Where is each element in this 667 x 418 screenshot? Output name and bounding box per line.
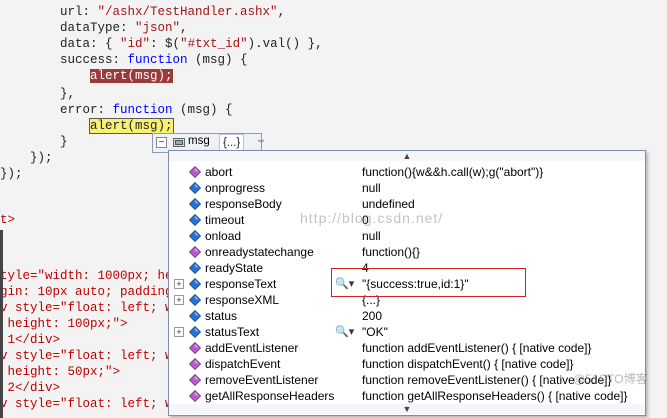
watermark: http://blog.csdn.net/ bbox=[300, 210, 444, 226]
code-line: t> bbox=[0, 213, 16, 227]
member-name: onload bbox=[205, 229, 242, 243]
method-icon bbox=[189, 342, 201, 354]
code-line: v style="float: left; wi bbox=[0, 301, 181, 315]
pin-icon[interactable]: ⇔ bbox=[256, 135, 266, 146]
property-icon bbox=[189, 214, 201, 226]
method-icon bbox=[189, 246, 201, 258]
member-name: removeEventListener bbox=[205, 373, 319, 387]
datatip-row-getallresponseheaders[interactable]: getAllResponseHeaders function getAllResp… bbox=[169, 388, 645, 404]
member-name: addEventListener bbox=[205, 341, 299, 355]
datatip-row-onreadystatechange[interactable]: onreadystatechange function(){} bbox=[169, 244, 645, 260]
member-name: timeout bbox=[205, 213, 245, 227]
datatip-row-onprogress[interactable]: onprogress null bbox=[169, 180, 645, 196]
member-name: abort bbox=[205, 165, 233, 179]
member-value[interactable]: function getAllResponseHeaders() { [nati… bbox=[362, 388, 628, 404]
code-line: } bbox=[0, 135, 68, 149]
expand-toggle[interactable]: + bbox=[174, 279, 184, 289]
member-name: getAllResponseHeaders bbox=[205, 389, 335, 403]
member-name: dispatchEvent bbox=[205, 357, 281, 371]
scroll-up-icon[interactable]: ▲ bbox=[169, 151, 645, 161]
property-icon bbox=[189, 182, 201, 194]
member-name: onreadystatechange bbox=[205, 245, 314, 259]
expand-toggle[interactable]: + bbox=[174, 295, 184, 305]
code-line: success: function (msg) { bbox=[0, 53, 248, 67]
member-value[interactable]: null bbox=[362, 180, 381, 196]
member-name: responseText bbox=[205, 277, 277, 291]
datatip-row-abort[interactable]: abort function(){w&&h.call(w);g("abort")} bbox=[169, 164, 645, 180]
property-icon bbox=[189, 262, 201, 274]
expand-toggle[interactable]: + bbox=[174, 327, 184, 337]
code-line: alert(msg); bbox=[0, 118, 174, 134]
code-line: gin: 10px auto; padding bbox=[0, 285, 173, 299]
datatip-row-status[interactable]: status 200 bbox=[169, 308, 645, 324]
member-name: status bbox=[205, 309, 238, 323]
property-icon bbox=[189, 278, 201, 290]
member-value[interactable]: function(){w&&h.call(w);g("abort")} bbox=[362, 164, 543, 180]
code-line: data: { "id": $("#txt_id").val() }, bbox=[0, 37, 323, 51]
code-line: height: 100px;"> bbox=[0, 317, 128, 331]
member-name: readyState bbox=[205, 261, 264, 275]
watermark-logo: @51CTO博客 bbox=[573, 372, 648, 386]
code-line: }); bbox=[0, 167, 23, 181]
code-line: error: function (msg) { bbox=[0, 103, 233, 117]
collapse-toggle[interactable]: − bbox=[156, 137, 167, 148]
datatip-row-statustext[interactable]: + statusText 🔍▾ "OK" bbox=[169, 324, 645, 340]
member-name: onprogress bbox=[205, 181, 266, 195]
datatip-var-name: msg bbox=[188, 135, 210, 147]
property-icon bbox=[189, 310, 201, 322]
code-line: height: 50px;"> bbox=[0, 365, 121, 379]
editor-margin bbox=[0, 230, 3, 418]
code-line: alert(msg); bbox=[0, 68, 173, 84]
method-icon bbox=[189, 390, 201, 402]
property-icon bbox=[189, 198, 201, 210]
current-statement: alert(msg); bbox=[89, 118, 174, 134]
code-line: url: "/ashx/TestHandler.ashx", bbox=[0, 5, 286, 19]
member-value[interactable]: function(){} bbox=[362, 244, 420, 260]
member-value[interactable]: function dispatchEvent() { [native code]… bbox=[362, 356, 573, 372]
method-icon bbox=[189, 166, 201, 178]
code-line: v style="float: left; wi bbox=[0, 349, 181, 363]
scroll-down-icon[interactable]: ▼ bbox=[169, 404, 645, 414]
member-value[interactable]: 200 bbox=[362, 308, 382, 324]
property-icon bbox=[189, 230, 201, 242]
member-value[interactable]: "OK" bbox=[362, 324, 388, 340]
code-line: 2</div> bbox=[0, 381, 61, 395]
method-icon bbox=[189, 374, 201, 386]
code-line: }); bbox=[0, 151, 53, 165]
code-line: }, bbox=[0, 87, 76, 101]
property-icon bbox=[189, 326, 201, 338]
code-line: tyle="width: 1000px; hei bbox=[0, 269, 181, 283]
text-visualizer-icon[interactable]: 🔍▾ bbox=[335, 324, 354, 340]
member-value[interactable]: null bbox=[362, 228, 381, 244]
code-line: dataType: "json", bbox=[0, 21, 188, 35]
breakpoint-statement: alert(msg); bbox=[90, 69, 173, 83]
member-name: responseXML bbox=[205, 293, 280, 307]
response-text-highlight-box bbox=[331, 268, 526, 297]
datatip-row-addeventlistener[interactable]: addEventListener function addEventListene… bbox=[169, 340, 645, 356]
property-icon bbox=[189, 294, 201, 306]
member-name: statusText bbox=[205, 325, 260, 339]
member-name: responseBody bbox=[205, 197, 282, 211]
member-value[interactable]: function addEventListener() { [native co… bbox=[362, 340, 591, 356]
code-line: 1</div> bbox=[0, 333, 61, 347]
datatip-row-onload[interactable]: onload null bbox=[169, 228, 645, 244]
object-icon bbox=[173, 138, 185, 147]
code-line: v style="float: left; wi bbox=[0, 397, 181, 411]
method-icon bbox=[189, 358, 201, 370]
